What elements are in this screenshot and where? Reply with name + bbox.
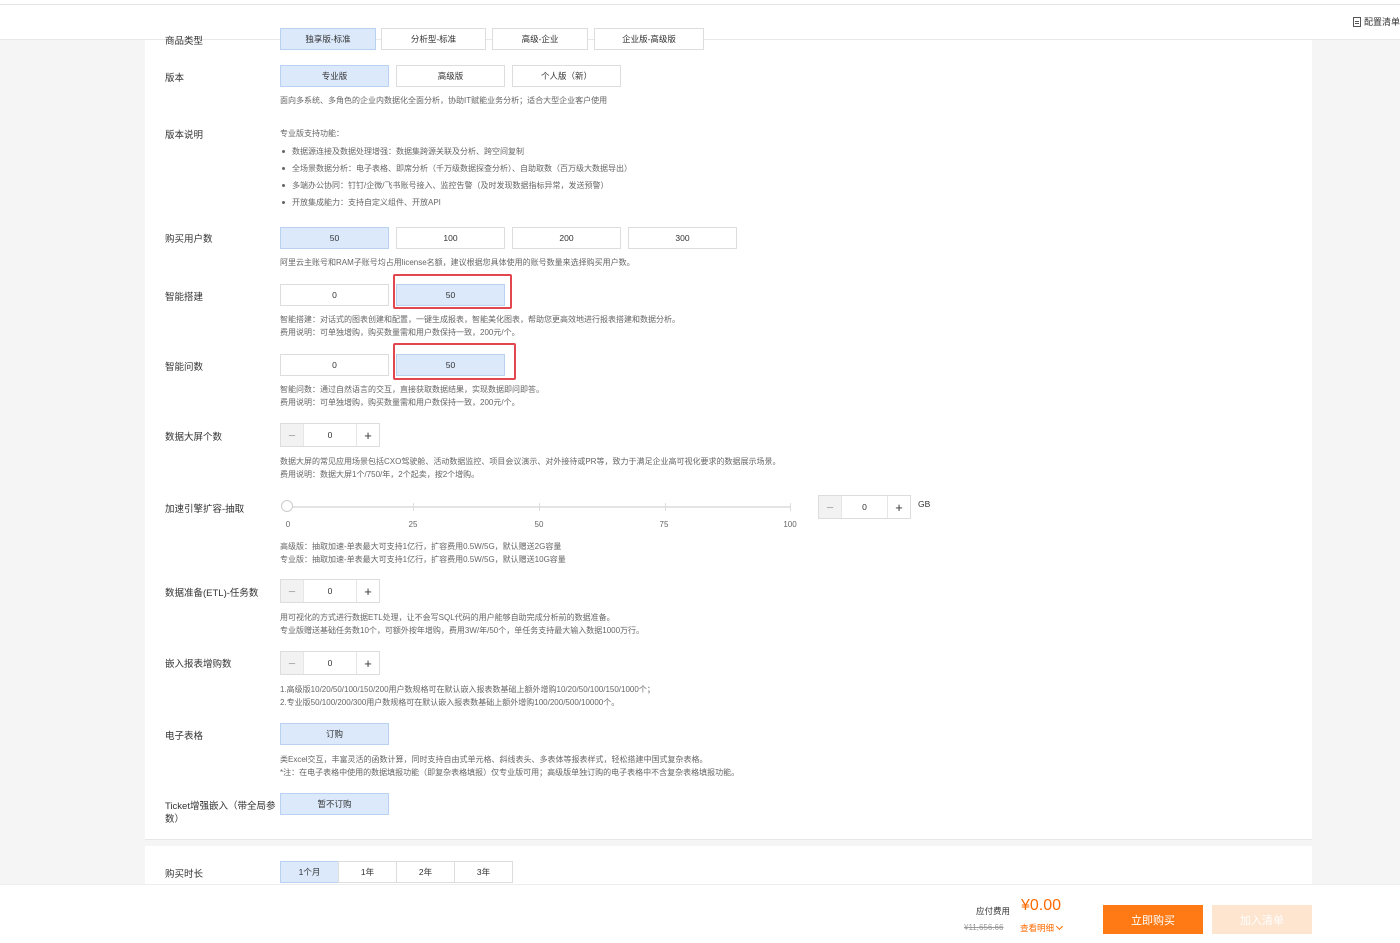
minus-button[interactable]: − [281,424,303,446]
smart-build-fee: 费用说明：可单独增购，购买数量需和用户数保持一致，200元/个。 [280,328,520,337]
slider-tick-label: 100 [783,520,797,529]
engine-slider[interactable] [281,500,791,512]
smart-build-desc: 智能搭建：对话式的图表创建和配置，一键生成报表，智能美化图表，帮助您更高效地进行… [280,315,680,324]
engine-label: 加速引擎扩容-抽取 [165,504,245,515]
embed-value[interactable]: 0 [303,652,357,674]
plus-button[interactable]: + [888,496,910,518]
engine-unit: GB [918,499,931,509]
duration-option-3y[interactable]: 3年 [454,861,513,883]
edition-desc: 面向多系统、多角色的企业内数据化全面分析，协助IT赋能业务分析；适合大型企业客户… [280,96,608,105]
plus-button[interactable]: + [357,424,379,446]
minus-button[interactable]: − [281,580,303,602]
embed-label: 嵌入报表增购数 [165,659,232,670]
duration-card: 购买时长 1个月 1年 2年 3年 [145,846,1312,886]
big-screen-label: 数据大屏个数 [165,432,223,443]
users-option-50[interactable]: 50 [280,227,389,249]
view-detail-link[interactable]: 查看明细 [1020,922,1064,934]
duration-option-1m[interactable]: 1个月 [280,861,339,883]
smart-qa-option-0[interactable]: 0 [280,354,389,376]
product-type-option-3[interactable]: 高级-企业 [492,28,588,50]
chevron-down-icon [1055,922,1064,931]
slider-tick [413,503,414,511]
ticket-label: Ticket增强嵌入（带全局参数） [165,801,276,825]
original-price: ¥11,656.66 [964,923,1004,932]
product-type-option-4[interactable]: 企业版-高级版 [594,28,704,50]
feature-item: 开放集成能力：支持自定义组件、开放API [280,194,632,211]
engine-stepper: − 0 + [818,495,911,519]
smart-qa-fee: 费用说明：可单独增购，购买数量需和用户数保持一致，200元/个。 [280,398,520,407]
spreadsheet-desc: 类Excel交互，丰富灵活的函数计算，同时支持自由式单元格、斜线表头、多表体等报… [280,755,708,764]
big-screen-fee: 费用说明：数据大屏1个/750/年，2个起卖，按2个增购。 [280,470,480,479]
spreadsheet-subscribe-button[interactable]: 订购 [280,723,389,745]
buy-now-button[interactable]: 立即购买 [1103,905,1203,934]
edition-features-list: 数据源连接及数据处理增强：数据集跨源关联及分析、跨空间复制 全场景数据分析：电子… [280,143,632,211]
price: ¥0.00 [1021,897,1062,914]
users-option-100[interactable]: 100 [396,227,505,249]
slider-tick [790,503,791,511]
edition-label: 版本 [165,73,185,84]
users-option-300[interactable]: 300 [628,227,737,249]
document-icon [1352,16,1361,27]
product-type-option-1[interactable]: 独享版-标准 [280,28,376,50]
slider-tick-label: 75 [659,520,669,529]
edition-option-personal[interactable]: 个人版（新） [512,65,621,87]
slider-tick-label: 0 [285,520,291,529]
feature-item: 全场景数据分析：电子表格、即席分析（千万级数据探查分析）、自助取数（百万级大数据… [280,160,632,177]
plus-button[interactable]: + [357,580,379,602]
embed-stepper: − 0 + [280,651,380,675]
etl-desc: 用可视化的方式进行数据ETL处理，让不会写SQL代码的用户能够自助完成分析前的数… [280,613,615,622]
config-list-link[interactable]: 配置清单 [1352,15,1400,28]
smart-build-label: 智能搭建 [165,292,204,303]
minus-button[interactable]: − [819,496,841,518]
config-list-label: 配置清单 [1363,17,1400,27]
edition-desc-label: 版本说明 [165,130,204,141]
product-type-label: 商品类型 [165,36,204,47]
duration-option-2y[interactable]: 2年 [396,861,455,883]
slider-handle[interactable] [281,500,293,512]
highlight-box [393,343,516,380]
slider-tick-label: 25 [408,520,418,529]
etl-value[interactable]: 0 [303,580,357,602]
slider-tick-label: 50 [534,520,544,529]
spreadsheet-label: 电子表格 [165,731,204,742]
users-option-200[interactable]: 200 [512,227,621,249]
users-label: 购买用户数 [165,234,213,245]
plus-button[interactable]: + [357,652,379,674]
smart-qa-label: 智能问数 [165,362,204,373]
view-detail-label: 查看明细 [1020,923,1055,933]
big-screen-desc: 数据大屏的常见应用场景包括CXO驾驶舱、活动数据监控、项目会议演示、对外接待或P… [280,457,781,466]
engine-value[interactable]: 0 [841,496,888,518]
slider-tick [665,503,666,511]
add-to-list-button[interactable]: 加入清单 [1212,905,1312,934]
embed-desc-2: 2.专业版50/100/200/300用户数规格可在默认嵌入报表数基础上额外增购… [280,698,620,707]
big-screen-stepper: − 0 + [280,423,380,447]
smart-qa-desc: 智能问数：通过自然语言的交互，直接获取数据结果，实现数据即问即答。 [280,385,544,394]
etl-fee: 专业版赠送基础任务数10个，可额外按年增购，费用3W/年/50个，单任务支持最大… [280,626,645,635]
big-screen-value[interactable]: 0 [303,424,357,446]
slider-tick [539,503,540,511]
spreadsheet-note: *注：在电子表格中使用的数据填报功能（即复杂表格填报）仅专业版可用；高级版单独订… [280,768,740,777]
product-type-option-2[interactable]: 分析型-标准 [381,28,486,50]
users-desc: 阿里云主账号和RAM子账号均占用license名额，建议根据您具体使用的账号数量… [280,258,635,267]
edition-option-pro[interactable]: 专业版 [280,65,389,87]
etl-label: 数据准备(ETL)-任务数 [165,588,259,599]
duration-label: 购买时长 [165,869,204,880]
edition-features-intro: 专业版支持功能： [280,129,344,138]
engine-desc-advanced: 高级版：抽取加速-单表最大可支持1亿行，扩容费用0.5W/5G，默认赠送2G容量 [280,542,562,551]
fee-label: 应付费用 [976,906,1011,916]
embed-desc-1: 1.高级版10/20/50/100/150/200用户数规格可在默认嵌入报表数基… [280,685,655,694]
duration-option-1y[interactable]: 1年 [338,861,397,883]
engine-desc-pro: 专业版：抽取加速-单表最大可支持1亿行，扩容费用0.5W/5G，默认赠送10G容… [280,555,566,564]
minus-button[interactable]: − [281,652,303,674]
feature-item: 数据源连接及数据处理增强：数据集跨源关联及分析、跨空间复制 [280,143,632,160]
etl-stepper: − 0 + [280,579,380,603]
edition-option-advanced[interactable]: 高级版 [396,65,505,87]
feature-item: 多端办公协同：钉钉/企微/飞书账号接入、监控告警（及时发现数据指标异常，发送预警… [280,177,632,194]
highlight-box [393,274,512,309]
config-card: 商品类型 独享版-标准 分析型-标准 高级-企业 企业版-高级版 版本 专业版 … [145,28,1312,840]
top-divider [0,4,1400,5]
ticket-option[interactable]: 暂不订购 [280,793,389,815]
smart-build-option-0[interactable]: 0 [280,284,389,306]
